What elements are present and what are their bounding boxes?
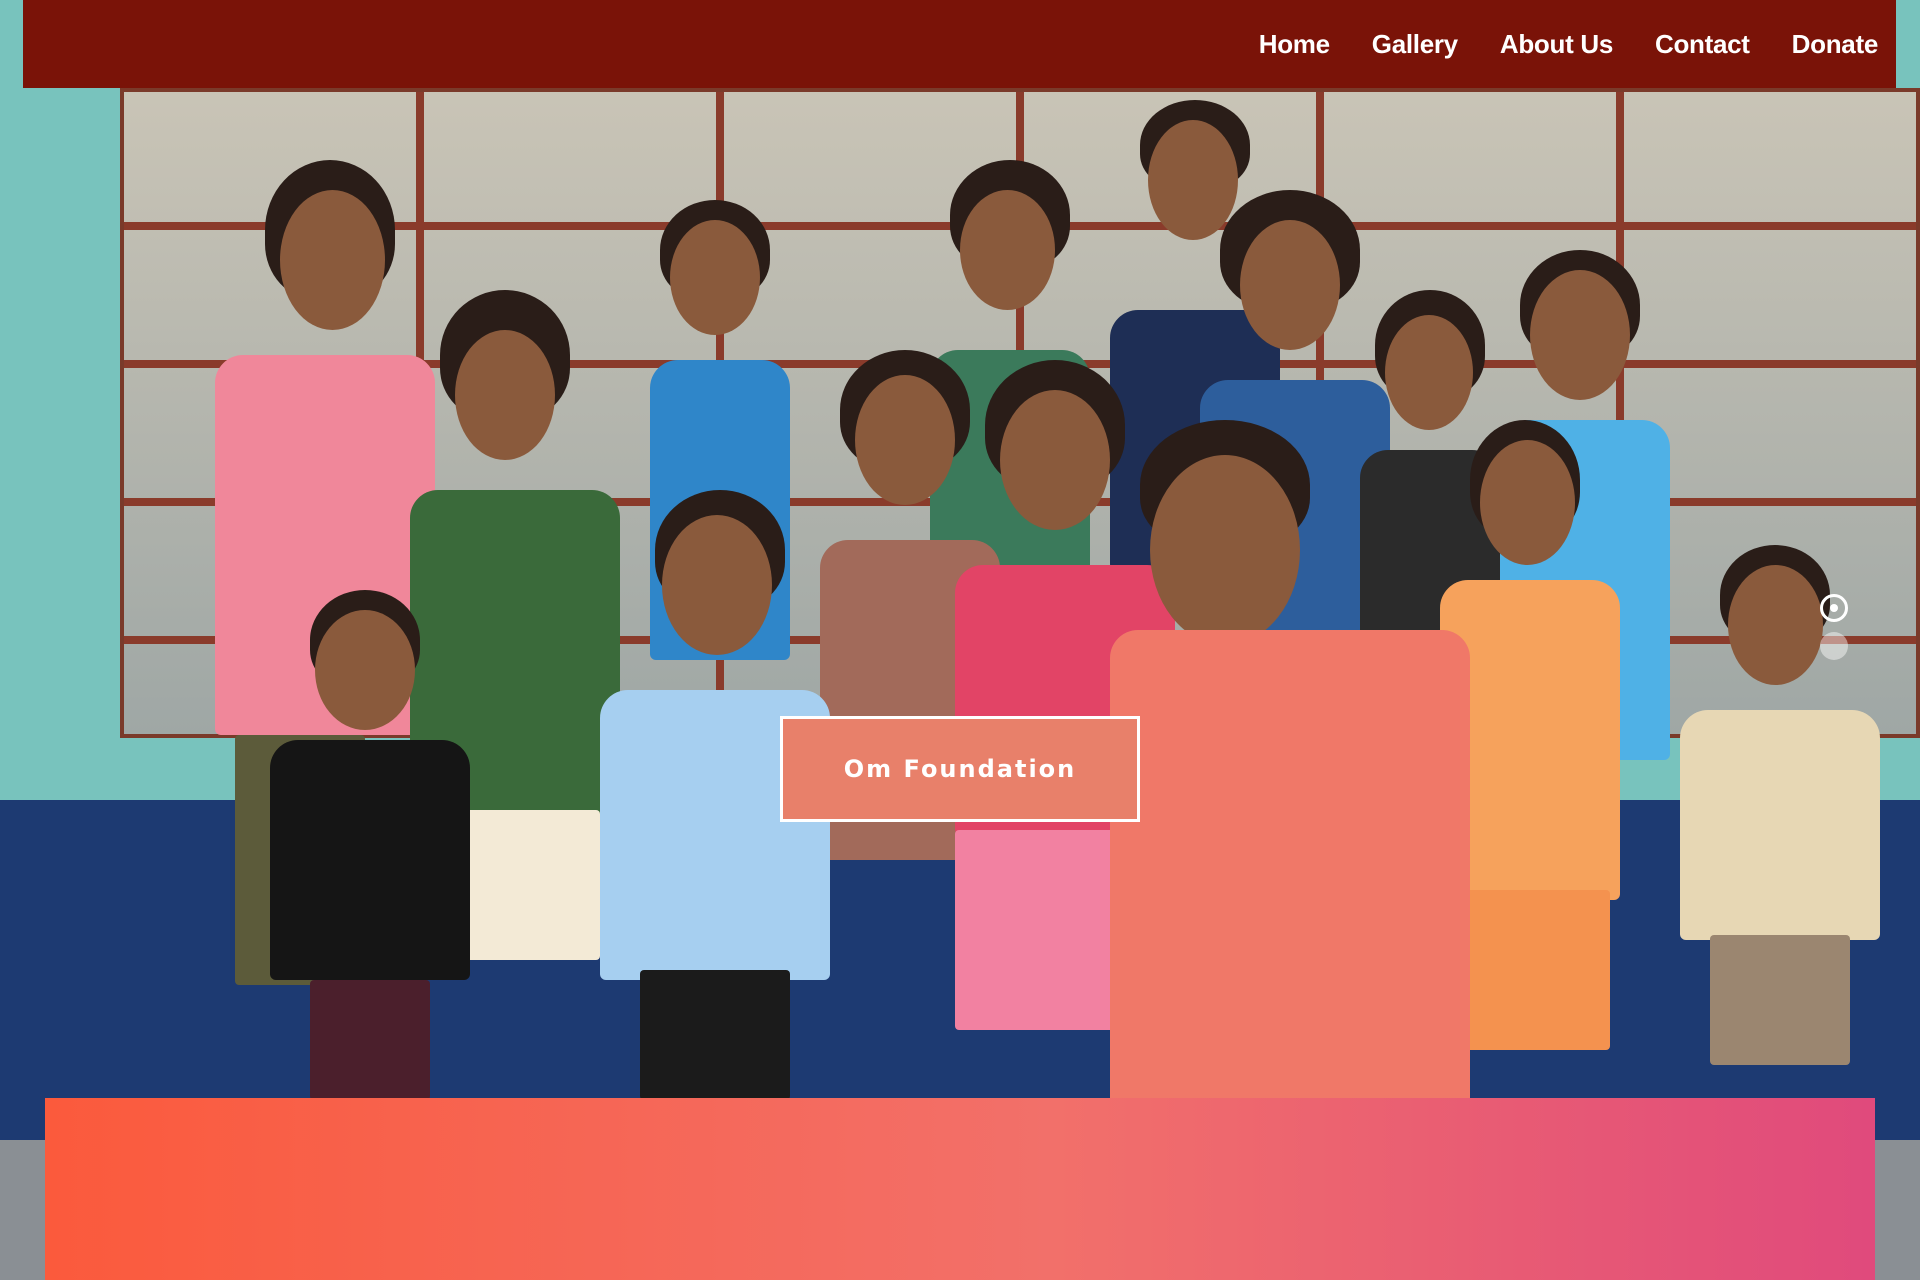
- nav-link-gallery[interactable]: Gallery: [1372, 29, 1458, 60]
- hero-photo: [0, 0, 1920, 1280]
- nav-link-contact[interactable]: Contact: [1655, 29, 1750, 60]
- adult-figure: [1090, 420, 1470, 1120]
- gradient-section: [45, 1098, 1875, 1280]
- child-figure: [1680, 545, 1880, 1105]
- nav-link-home[interactable]: Home: [1259, 29, 1330, 60]
- nav-link-about-us[interactable]: About Us: [1500, 29, 1613, 60]
- slider-dot[interactable]: [1820, 632, 1848, 660]
- child-figure: [270, 590, 470, 1110]
- page: Home Gallery About Us Contact Donate Om …: [0, 0, 1920, 1280]
- nav-link-donate[interactable]: Donate: [1792, 29, 1879, 60]
- slider-dot-active[interactable]: [1820, 594, 1848, 622]
- slider-dots: [1820, 594, 1850, 670]
- top-nav: Home Gallery About Us Contact Donate: [23, 0, 1896, 88]
- om-foundation-button[interactable]: Om Foundation: [780, 716, 1140, 822]
